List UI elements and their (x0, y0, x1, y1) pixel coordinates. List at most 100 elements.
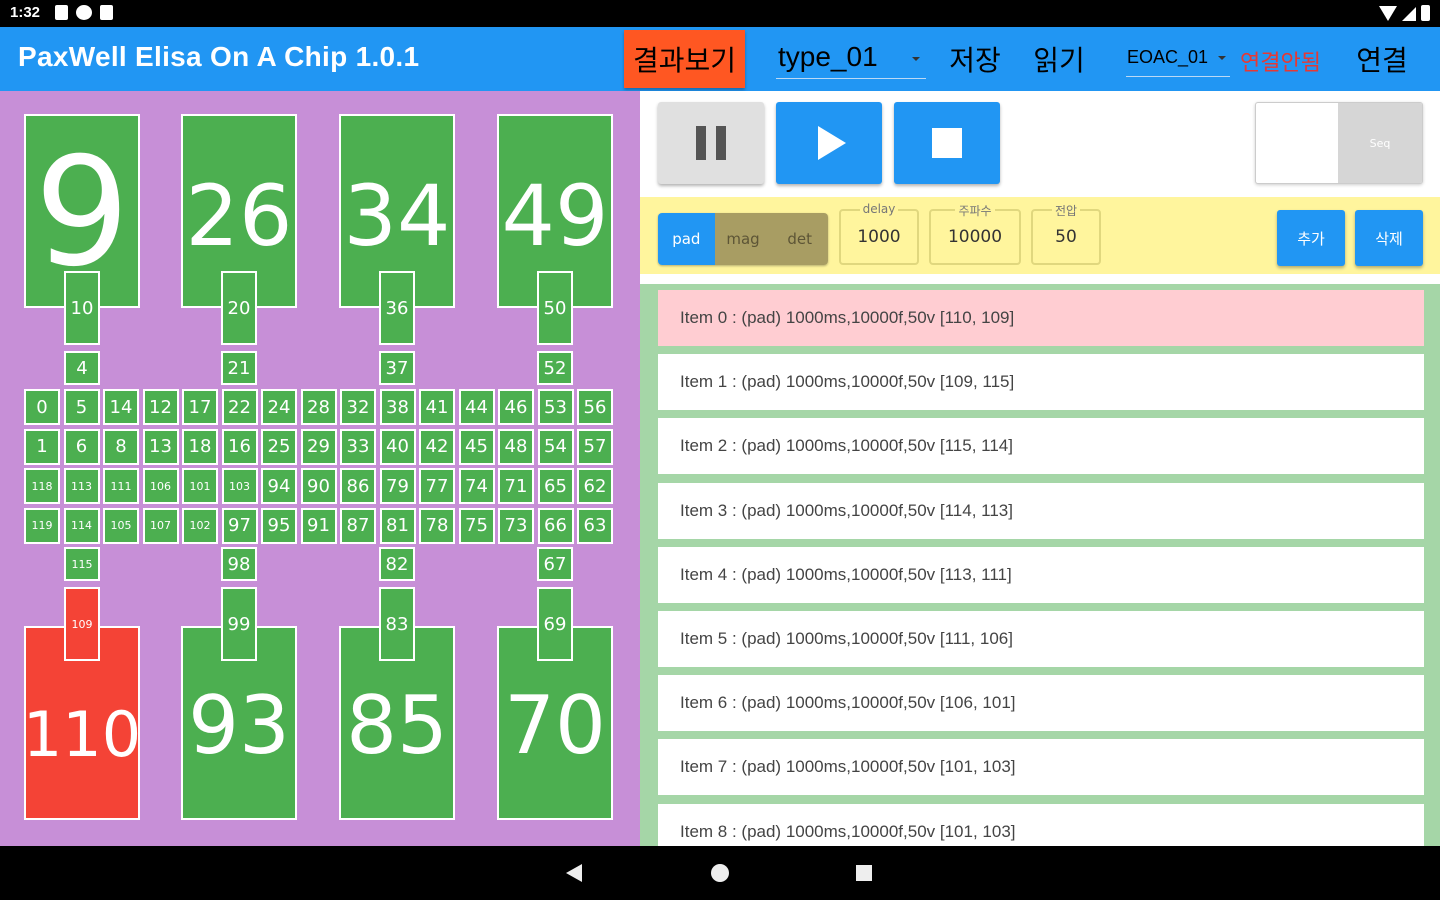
grid-cell[interactable]: 66 (537, 507, 574, 544)
add-button[interactable]: 추가 (1277, 210, 1345, 266)
grid-cell[interactable]: 94 (261, 468, 297, 504)
grid-cell[interactable]: 65 (537, 468, 574, 504)
sequence-list[interactable]: Item 0 : (pad) 1000ms,10000f,50v [110, 1… (640, 284, 1440, 846)
grid-cell[interactable]: 107 (142, 507, 179, 544)
connector-cell[interactable]: 20 (221, 271, 257, 345)
grid-cell[interactable]: 101 (182, 468, 218, 504)
list-item[interactable]: Item 3 : (pad) 1000ms,10000f,50v [114, 1… (658, 482, 1424, 539)
back-icon[interactable] (566, 864, 582, 882)
connector-cell[interactable]: 36 (379, 271, 415, 345)
connector-cell[interactable]: 69 (537, 587, 573, 661)
connector-cell[interactable]: 52 (537, 351, 573, 385)
connector-cell[interactable]: 37 (379, 351, 415, 385)
connector-cell[interactable]: 99 (221, 587, 257, 661)
read-button[interactable]: 읽기 (1020, 30, 1098, 88)
grid-cell[interactable]: 103 (221, 468, 258, 504)
connector-cell[interactable]: 50 (537, 271, 573, 345)
grid-cell[interactable]: 113 (63, 468, 100, 504)
grid-cell[interactable]: 102 (182, 507, 218, 544)
grid-cell[interactable]: 81 (379, 507, 416, 544)
connector-cell[interactable]: 4 (64, 351, 100, 385)
grid-cell[interactable]: 73 (498, 507, 534, 544)
voltage-field[interactable]: 전압 50 (1031, 204, 1101, 265)
pause-button[interactable] (658, 102, 764, 184)
grid-cell[interactable]: 0 (24, 389, 60, 425)
grid-cell[interactable]: 97 (221, 507, 258, 544)
device-select[interactable]: EOAC_01 (1126, 41, 1230, 77)
grid-cell[interactable]: 38 (379, 389, 416, 425)
connector-cell[interactable]: 83 (379, 587, 415, 661)
grid-cell[interactable]: 62 (577, 468, 613, 504)
grid-cell[interactable]: 114 (63, 507, 100, 544)
grid-cell[interactable]: 13 (142, 428, 179, 465)
mode-mag[interactable]: mag (714, 213, 772, 265)
grid-cell[interactable]: 14 (103, 389, 139, 425)
grid-cell[interactable]: 71 (498, 468, 534, 504)
delay-field[interactable]: delay 1000 (839, 202, 919, 265)
list-item[interactable]: Item 6 : (pad) 1000ms,10000f,50v [106, 1… (658, 675, 1424, 732)
grid-cell[interactable]: 5 (63, 389, 100, 425)
grid-cell[interactable]: 74 (458, 468, 495, 504)
grid-cell[interactable]: 44 (458, 389, 495, 425)
grid-cell[interactable]: 12 (142, 389, 179, 425)
save-button[interactable]: 저장 (936, 30, 1014, 88)
home-icon[interactable] (711, 864, 729, 882)
grid-cell[interactable]: 16 (221, 428, 258, 465)
type-select[interactable]: type_01 (776, 37, 926, 79)
list-item[interactable]: Item 8 : (pad) 1000ms,10000f,50v [101, 1… (658, 803, 1424, 846)
list-item[interactable]: Item 4 : (pad) 1000ms,10000f,50v [113, 1… (658, 546, 1424, 603)
list-item[interactable]: Item 0 : (pad) 1000ms,10000f,50v [110, 1… (658, 290, 1424, 346)
recents-icon[interactable] (856, 865, 872, 881)
list-item[interactable]: Item 7 : (pad) 1000ms,10000f,50v [101, 1… (658, 739, 1424, 796)
grid-cell[interactable]: 119 (24, 507, 60, 544)
grid-cell[interactable]: 18 (182, 428, 218, 465)
mode-det[interactable]: det (771, 213, 828, 265)
seq-toggle[interactable]: Seq (1255, 102, 1423, 184)
connect-button[interactable]: 연결 (1344, 30, 1420, 88)
connector-cell[interactable]: 67 (537, 547, 573, 581)
delete-button[interactable]: 삭제 (1355, 210, 1423, 266)
grid-cell[interactable]: 25 (261, 428, 297, 465)
grid-cell[interactable]: 8 (103, 428, 139, 465)
grid-cell[interactable]: 53 (537, 389, 574, 425)
frequency-field[interactable]: 주파수 10000 (929, 204, 1021, 265)
grid-cell[interactable]: 63 (577, 507, 613, 544)
connector-cell[interactable]: 115 (64, 547, 100, 581)
grid-cell[interactable]: 95 (261, 507, 297, 544)
list-item[interactable]: Item 2 : (pad) 1000ms,10000f,50v [115, 1… (658, 418, 1424, 475)
connector-cell[interactable]: 109 (64, 587, 100, 661)
grid-cell[interactable]: 86 (340, 468, 376, 504)
view-results-button[interactable]: 결과보기 (624, 30, 745, 88)
grid-cell[interactable]: 1 (24, 428, 60, 465)
grid-cell[interactable]: 90 (300, 468, 337, 504)
grid-cell[interactable]: 29 (300, 428, 337, 465)
grid-cell[interactable]: 78 (419, 507, 455, 544)
grid-cell[interactable]: 41 (419, 389, 455, 425)
grid-cell[interactable]: 40 (379, 428, 416, 465)
grid-cell[interactable]: 91 (300, 507, 337, 544)
grid-cell[interactable]: 87 (340, 507, 376, 544)
grid-cell[interactable]: 54 (537, 428, 574, 465)
stop-button[interactable] (894, 102, 1000, 184)
grid-cell[interactable]: 77 (419, 468, 455, 504)
connector-cell[interactable]: 10 (64, 271, 100, 345)
grid-cell[interactable]: 46 (498, 389, 534, 425)
list-item[interactable]: Item 5 : (pad) 1000ms,10000f,50v [111, 1… (658, 611, 1424, 667)
grid-cell[interactable]: 6 (63, 428, 100, 465)
grid-cell[interactable]: 56 (577, 389, 613, 425)
connector-cell[interactable]: 21 (221, 351, 257, 385)
grid-cell[interactable]: 45 (458, 428, 495, 465)
play-button[interactable] (776, 102, 882, 184)
grid-cell[interactable]: 79 (379, 468, 416, 504)
grid-cell[interactable]: 32 (340, 389, 376, 425)
connector-cell[interactable]: 82 (379, 547, 415, 581)
grid-cell[interactable]: 118 (24, 468, 60, 504)
mode-pad[interactable]: pad (658, 213, 715, 265)
list-item[interactable]: Item 1 : (pad) 1000ms,10000f,50v [109, 1… (658, 354, 1424, 411)
grid-cell[interactable]: 28 (300, 389, 337, 425)
grid-cell[interactable]: 75 (458, 507, 495, 544)
grid-cell[interactable]: 17 (182, 389, 218, 425)
grid-cell[interactable]: 57 (577, 428, 613, 465)
grid-cell[interactable]: 22 (221, 389, 258, 425)
grid-cell[interactable]: 33 (340, 428, 376, 465)
